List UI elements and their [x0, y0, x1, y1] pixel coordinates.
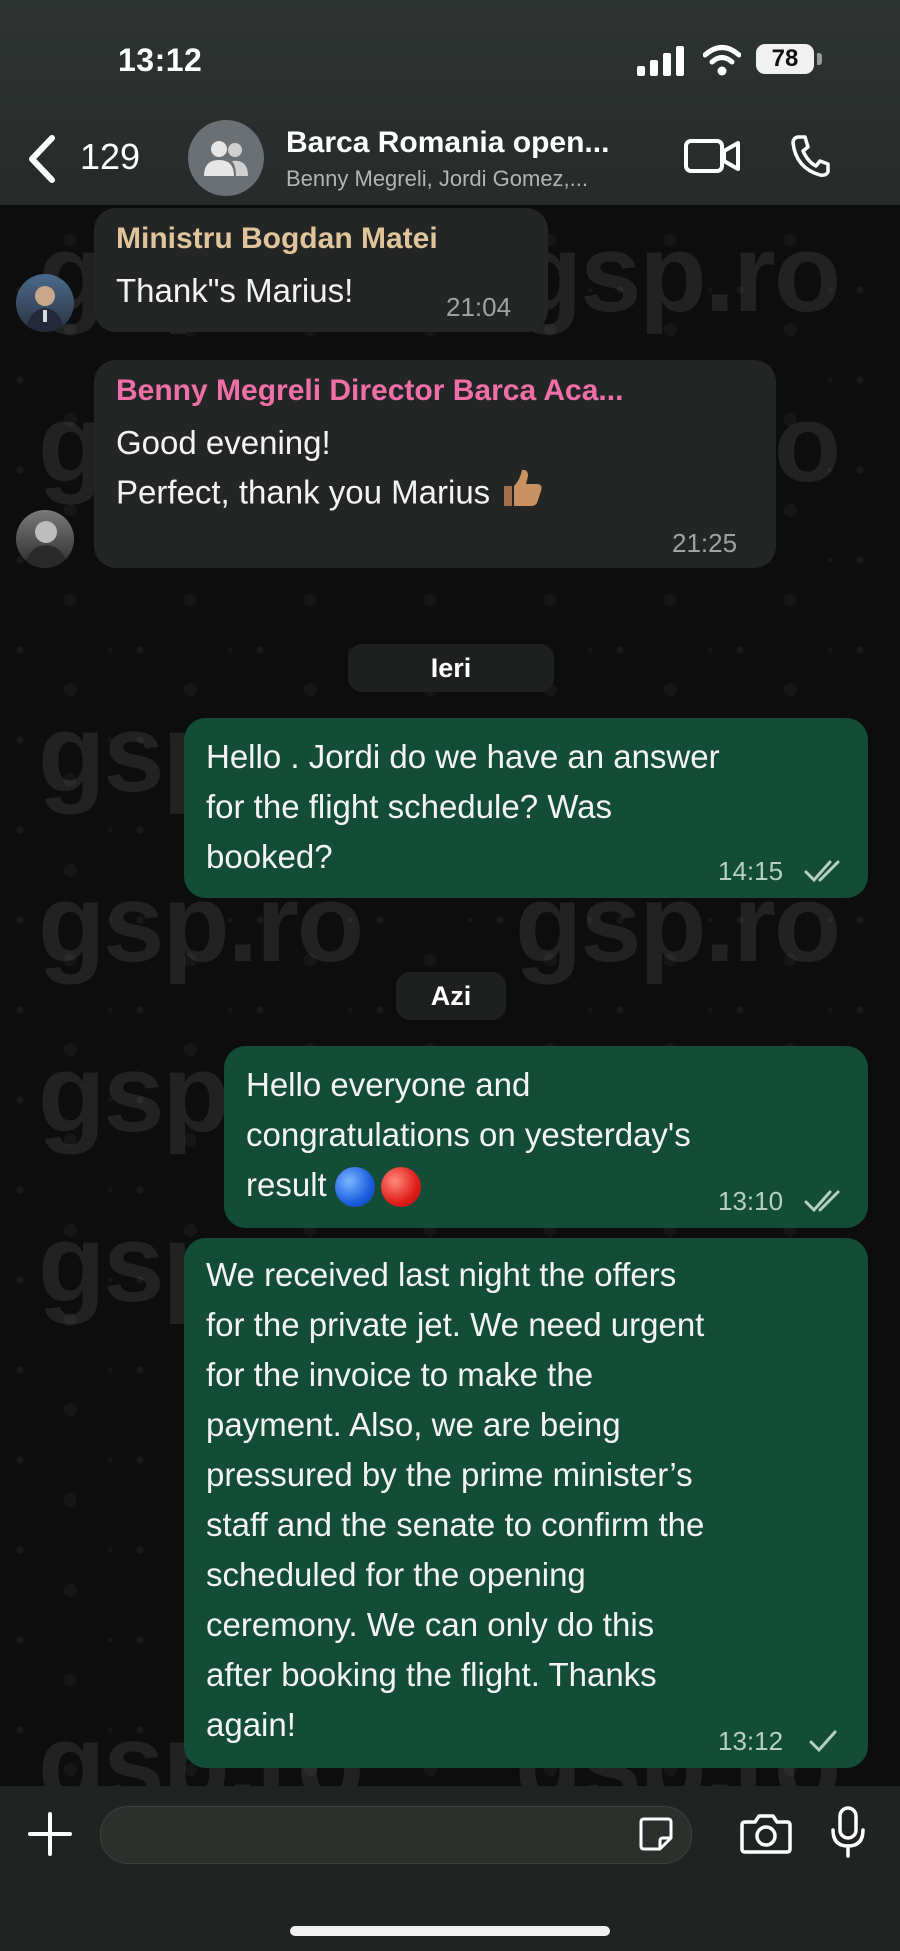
- date-separator: Azi: [396, 972, 506, 1020]
- message-text-line-content: result: [246, 1166, 327, 1203]
- date-separator: Ieri: [348, 644, 554, 692]
- read-receipt-icon: [804, 1190, 840, 1213]
- message-input[interactable]: [100, 1806, 692, 1864]
- message-text-line: booked?: [206, 838, 333, 875]
- battery-nub: [817, 53, 822, 65]
- message-text-line: We received last night the offers: [206, 1256, 677, 1293]
- message-text-line: Hello . Jordi do we have an answer: [206, 738, 720, 775]
- battery-indicator: 78: [756, 44, 814, 74]
- back-unread-count[interactable]: 129: [80, 136, 140, 178]
- read-receipt-icon: [804, 860, 840, 883]
- message-time: 13:10: [718, 1186, 784, 1216]
- message-text-line: Good evening!: [116, 424, 331, 461]
- camera-icon[interactable]: [740, 1812, 792, 1854]
- red-circle-emoji-icon: [380, 1167, 421, 1208]
- message-text-line-content: Perfect, thank you Marius: [116, 473, 491, 511]
- sent-tick-icon: [809, 1730, 837, 1753]
- sender-avatar[interactable]: [16, 274, 74, 332]
- home-indicator: [290, 1926, 610, 1936]
- message-text-line: pressured by the prime minister’s: [206, 1456, 693, 1493]
- status-time: 13:12: [118, 42, 203, 78]
- message-text-line: after booking the flight. Thanks: [206, 1656, 657, 1693]
- thumbs-up-emoji-icon: [500, 466, 544, 524]
- message-text-line: Perfect, thank you Marius: [116, 466, 544, 524]
- message-text-line: result: [246, 1160, 421, 1210]
- plus-icon[interactable]: [26, 1810, 74, 1858]
- message-text-line: again!: [206, 1706, 296, 1743]
- message-time: 21:04: [446, 292, 512, 322]
- microphone-icon[interactable]: [830, 1806, 866, 1858]
- message-text-line: for the invoice to make the: [206, 1356, 594, 1393]
- phone-icon[interactable]: [790, 134, 830, 178]
- back-chevron-icon[interactable]: [24, 134, 60, 184]
- blue-circle-emoji-icon: [334, 1167, 375, 1208]
- message-time: 13:12: [718, 1726, 784, 1756]
- message-text-line: ceremony. We can only do this: [206, 1606, 655, 1643]
- watermark: gsp.ro: [515, 212, 841, 335]
- message-text-line: payment. Also, we are being: [206, 1406, 621, 1443]
- message-text-line: staff and the senate to confirm the: [206, 1506, 705, 1543]
- chat-subtitle[interactable]: Benny Megreli, Jordi Gomez,...: [286, 166, 588, 192]
- message-text: Thank"s Marius!: [116, 272, 354, 309]
- message-text-line: for the flight schedule? Was: [206, 788, 612, 825]
- message-text-line: for the private jet. We need urgent: [206, 1306, 705, 1343]
- chat-title[interactable]: Barca Romania open...: [286, 126, 609, 160]
- message-text-line: Hello everyone and: [246, 1066, 531, 1103]
- message-text-line: congratulations on yesterday's: [246, 1116, 691, 1153]
- message-time: 14:15: [718, 856, 784, 886]
- message-sender: Benny Megreli Director Barca Aca...: [116, 374, 624, 407]
- group-avatar-icon[interactable]: [188, 120, 264, 196]
- signal-icon: [637, 46, 684, 76]
- sender-avatar[interactable]: [16, 510, 74, 568]
- video-call-icon[interactable]: [684, 138, 740, 174]
- message-text-line: scheduled for the opening: [206, 1556, 586, 1593]
- sticker-icon[interactable]: [638, 1816, 674, 1852]
- message-sender: Ministru Bogdan Matei: [116, 222, 438, 255]
- message-time: 21:25: [672, 528, 738, 558]
- wifi-icon: [703, 45, 741, 76]
